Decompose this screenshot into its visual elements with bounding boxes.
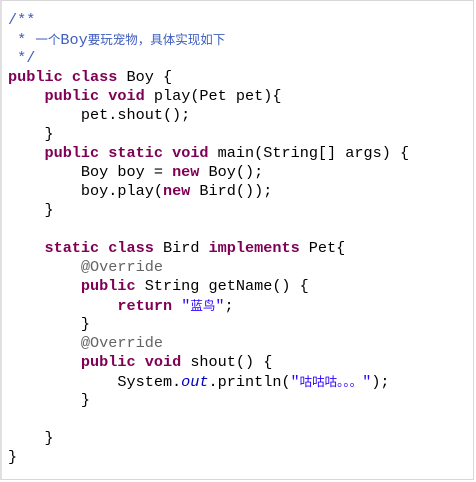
code-text-area[interactable]: /** * 一个Boy要玩宠物，具体实现如下 */public class Bo… bbox=[8, 11, 409, 467]
code-line: } bbox=[8, 201, 409, 220]
code-line: pet.shout(); bbox=[8, 106, 409, 125]
code-line: public class Boy { bbox=[8, 68, 409, 87]
code-token-string: " bbox=[290, 373, 300, 391]
code-token-plain: main(String[] args) { bbox=[208, 144, 410, 162]
code-token-keyword: class bbox=[108, 239, 154, 257]
code-token-plain: Boy { bbox=[117, 68, 173, 86]
code-token-keyword: public bbox=[44, 87, 100, 105]
code-token-keyword: new bbox=[162, 182, 191, 200]
code-token-plain: play(Pet pet){ bbox=[144, 87, 282, 105]
code-line: } bbox=[8, 125, 409, 144]
code-line: } bbox=[8, 315, 409, 334]
code-token-plain: Pet{ bbox=[299, 239, 346, 257]
code-token-keyword: static bbox=[108, 144, 163, 162]
code-token-plain: String getName() { bbox=[135, 277, 309, 295]
code-token-keyword: new bbox=[172, 163, 200, 181]
code-token-plain: Bird()); bbox=[190, 182, 273, 200]
code-line: @Override bbox=[8, 258, 409, 277]
code-line: boy.play(new Bird()); bbox=[8, 182, 409, 201]
code-line: public static void main(String[] args) { bbox=[8, 144, 409, 163]
code-token-keyword: void bbox=[108, 87, 145, 105]
code-token-keyword: class bbox=[71, 68, 118, 86]
code-token-plain: } bbox=[8, 429, 54, 447]
code-editor[interactable]: /** * 一个Boy要玩宠物，具体实现如下 */public class Bo… bbox=[0, 0, 474, 480]
code-token-keyword: static bbox=[44, 239, 100, 257]
code-token-keyword: implements bbox=[208, 239, 300, 257]
code-token-plain: Bird bbox=[153, 239, 209, 257]
code-token-comment: * bbox=[8, 31, 36, 49]
code-token-plain: System. bbox=[8, 373, 182, 391]
code-token-string: 蓝鸟 bbox=[190, 298, 216, 313]
code-token-plain: } bbox=[8, 315, 91, 333]
code-line: Boy boy = new Boy(); bbox=[8, 163, 409, 182]
code-line: public void shout() { bbox=[8, 353, 409, 372]
code-token-keyword: void bbox=[144, 353, 182, 371]
code-token-keyword: public bbox=[8, 68, 63, 86]
code-line: /** bbox=[8, 11, 409, 30]
code-line: static class Bird implements Pet{ bbox=[8, 239, 409, 258]
code-line: } bbox=[8, 448, 409, 467]
code-line: return "蓝鸟"; bbox=[8, 296, 409, 315]
code-token-comment: /** bbox=[8, 11, 36, 29]
code-token-plain: boy.play( bbox=[8, 182, 163, 200]
code-token-comment: Boy bbox=[60, 31, 88, 49]
code-token-keyword: void bbox=[172, 144, 209, 162]
code-line: */ bbox=[8, 49, 409, 68]
code-token-plain: ; bbox=[224, 297, 234, 315]
code-line: } bbox=[8, 391, 409, 410]
code-token-string: 咕咕咕。。。 bbox=[299, 374, 363, 389]
code-line: } bbox=[8, 429, 409, 448]
code-token-static-field: out bbox=[181, 373, 209, 391]
code-token-plain: shout() { bbox=[181, 353, 273, 371]
code-line: @Override bbox=[8, 334, 409, 353]
code-token-comment: 一个 bbox=[35, 32, 61, 47]
code-line: public String getName() { bbox=[8, 277, 409, 296]
code-token-plain: } bbox=[8, 391, 91, 409]
code-token-string: " bbox=[181, 297, 191, 315]
code-token-plain: .println( bbox=[208, 373, 291, 391]
code-token-string: " bbox=[362, 373, 372, 391]
code-token-plain: ); bbox=[371, 373, 390, 391]
code-token-keyword: public bbox=[44, 144, 100, 162]
code-token-plain: } bbox=[8, 448, 18, 466]
code-line: * 一个Boy要玩宠物，具体实现如下 bbox=[8, 30, 409, 49]
code-token-comment: 要玩宠物，具体实现如下 bbox=[87, 32, 226, 47]
code-line: public void play(Pet pet){ bbox=[8, 87, 409, 106]
code-token-keyword: public bbox=[80, 277, 136, 295]
code-line: System.out.println("咕咕咕。。。"); bbox=[8, 372, 409, 391]
code-token-annotation: @Override bbox=[80, 334, 163, 352]
code-token-plain: Boy(); bbox=[199, 163, 264, 181]
code-token-plain: Boy boy = bbox=[8, 163, 173, 181]
code-token-plain: pet.shout(); bbox=[8, 106, 191, 124]
code-token-annotation: @Override bbox=[80, 258, 163, 276]
code-token-keyword: public bbox=[80, 353, 136, 371]
code-token-comment: */ bbox=[8, 49, 36, 67]
code-token-keyword: return bbox=[117, 297, 173, 315]
code-token-plain: } bbox=[8, 201, 54, 219]
code-token-plain: } bbox=[8, 125, 54, 143]
